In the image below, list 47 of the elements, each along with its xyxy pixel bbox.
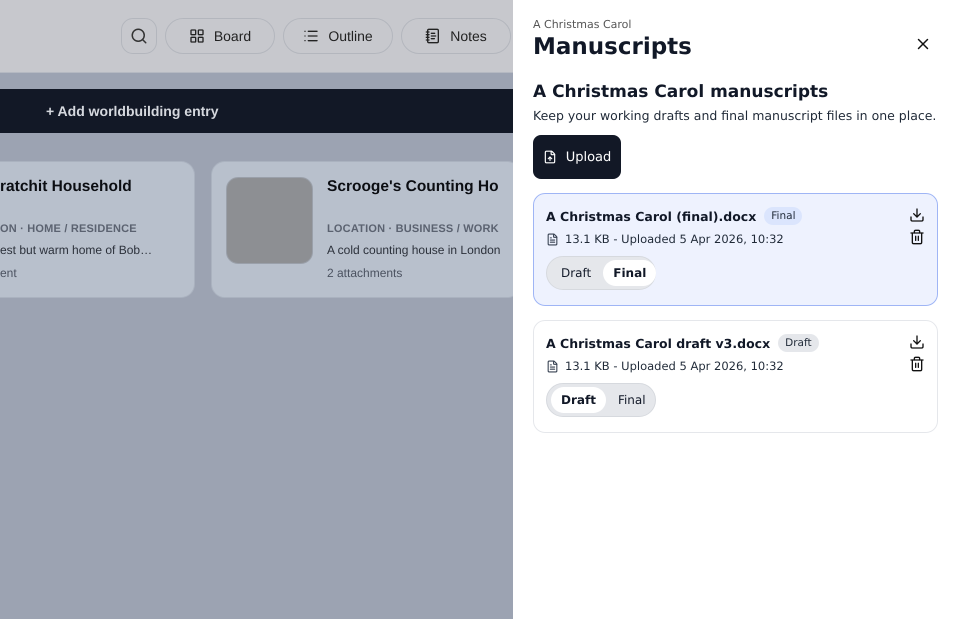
panel-eyebrow: A Christmas Carol [533,18,632,31]
delete-button[interactable] [909,229,925,245]
search-button[interactable] [121,18,157,54]
entry-card[interactable]: ratchit Household ON · HOME / RESIDENCE est but warm home of Bob… ent [0,161,195,298]
section-description: Keep your working drafts and final manuscript files in one place. [533,108,938,123]
attachment-count: 2 attachments [327,266,404,280]
view-button[interactable]: Board [165,18,275,54]
notebook-icon [425,28,442,44]
delete-button[interactable] [909,356,925,372]
download-button[interactable] [909,334,925,350]
trash-icon [909,229,925,245]
trash-icon [909,356,925,372]
download-icon [909,207,925,223]
search-icon [130,27,148,45]
status-badge: Final [764,207,802,225]
card-title: Scrooge's Counting Ho [327,178,500,196]
file-upload-icon [542,150,557,164]
card-title: ratchit Household [0,178,133,196]
document-icon [546,232,559,246]
view-button[interactable]: Outline [283,18,393,54]
panel-title: Manuscripts [533,34,692,60]
file-name: A Christmas Carol draft v3.docx [546,336,770,350]
entry-card[interactable]: Scrooge's Counting Ho LOCATION · BUSINESS / WORK A cold counting house in London 2 attachments [211,161,513,298]
upload-button[interactable]: Upload [533,135,621,179]
add-entry-button[interactable]: + Add worldbuilding entry [0,89,513,133]
file-meta: 13.1 KB - Uploaded 5 Apr 2026, 10:32 [565,232,784,246]
file-name: A Christmas Carol (final).docx [546,208,756,224]
list-icon [303,28,320,44]
document-icon [546,360,559,372]
status-option[interactable]: Draft [551,260,602,286]
status-option[interactable]: Draft [551,387,606,413]
download-icon [909,334,925,350]
status-option[interactable]: Final [603,260,656,286]
grid-icon [188,28,205,44]
file-card[interactable]: A Christmas Carol (final).docx Final 13.1 KB - Uploaded 5 Apr 2026, 10:32 Draft Final [533,193,938,306]
card-tags: ON · HOME / RESIDENCE [0,223,152,235]
status-option[interactable]: Final [608,387,656,413]
attachment-count: ent [0,266,18,280]
file-meta: 13.1 KB - Uploaded 5 Apr 2026, 10:32 [565,359,784,373]
section-title: A Christmas Carol manuscripts [533,82,830,102]
card-description: est but warm home of Bob… [0,243,152,257]
file-card[interactable]: A Christmas Carol draft v3.docx Draft 13.1 KB - Uploaded 5 Apr 2026, 10:32 Draft Final [533,320,938,433]
download-button[interactable] [909,207,925,223]
view-button[interactable]: Notes [401,18,511,54]
status-badge: Draft [778,334,819,352]
card-tags: LOCATION · BUSINESS / WORK [327,223,500,235]
card-description: A cold counting house in London [327,243,500,257]
